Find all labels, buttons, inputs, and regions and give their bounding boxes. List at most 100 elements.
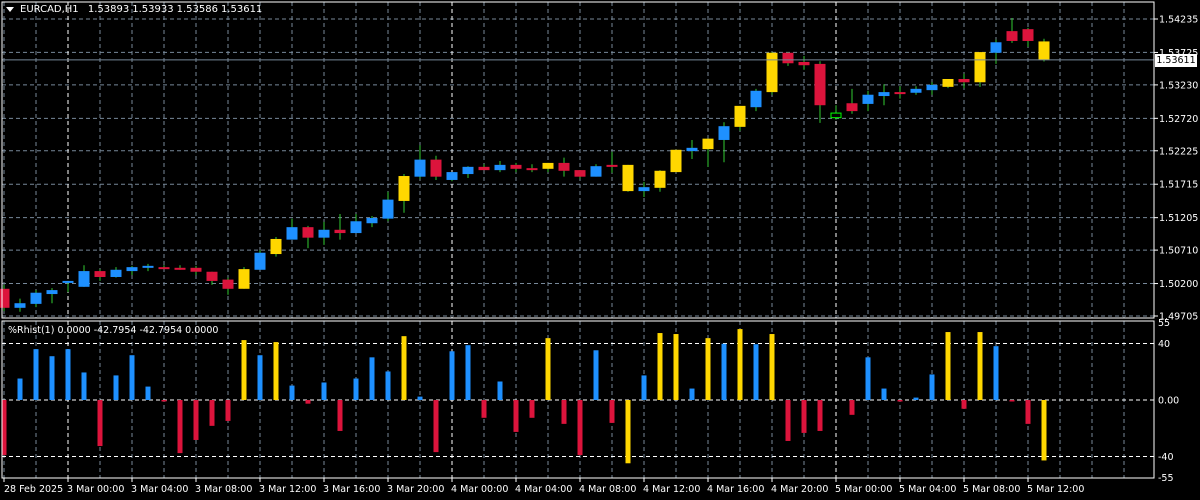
price-axis-label: 1.52720 xyxy=(1159,114,1198,125)
candle-body xyxy=(862,94,874,104)
time-axis-label: 5 Mar 00:00 xyxy=(835,484,892,495)
candle xyxy=(830,105,842,120)
candle-body xyxy=(846,103,858,112)
histogram-bar xyxy=(961,400,967,409)
candle xyxy=(430,155,442,180)
candle xyxy=(30,290,42,308)
candle xyxy=(734,105,746,131)
candle-body xyxy=(414,159,426,177)
candle-body xyxy=(590,166,602,177)
ohlc-close: 1.53611 xyxy=(220,4,263,15)
candle-body xyxy=(446,172,458,180)
candle xyxy=(78,265,90,287)
histogram-bar xyxy=(481,400,487,418)
candle-body xyxy=(174,267,186,270)
histogram-bar xyxy=(225,400,231,421)
candle-body xyxy=(974,52,986,83)
candle-body xyxy=(574,170,586,177)
histogram-bar xyxy=(241,340,247,400)
current-price-label: 1.53611 xyxy=(1155,54,1197,67)
candle-body xyxy=(222,279,234,289)
candle-body xyxy=(382,199,394,219)
histogram-bar xyxy=(273,342,279,400)
candle xyxy=(798,56,810,70)
histogram-bar xyxy=(353,378,359,400)
histogram-bar xyxy=(33,349,39,400)
time-axis-label: 5 Mar 04:00 xyxy=(899,484,956,495)
histogram-bar xyxy=(49,356,55,400)
candle xyxy=(622,164,634,192)
candle-body xyxy=(958,78,970,83)
histogram-bar xyxy=(1041,400,1047,461)
candle-body xyxy=(302,227,314,238)
candle xyxy=(542,162,554,173)
histogram-bar xyxy=(65,349,71,400)
histogram-bar xyxy=(449,351,455,400)
histogram-bar xyxy=(145,386,151,400)
time-axis-label: 3 Mar 04:00 xyxy=(131,484,188,495)
candle-body xyxy=(62,280,74,283)
candle xyxy=(878,84,890,106)
candle xyxy=(270,236,282,257)
price-axis-label: 1.50710 xyxy=(1159,246,1198,257)
candle-body xyxy=(494,164,506,171)
candle-body xyxy=(110,269,122,277)
time-axis-label: 4 Mar 04:00 xyxy=(515,484,572,495)
price-axis-label: 1.53230 xyxy=(1159,80,1198,91)
time-axis-label: 4 Mar 08:00 xyxy=(579,484,636,495)
indicator-header: %Rhist(1) 0.0000 -42.7954 -42.7954 0.000… xyxy=(8,325,218,336)
candle-body xyxy=(78,271,90,287)
indicator-values: 0.0000 -42.7954 -42.7954 0.0000 xyxy=(57,325,219,336)
histogram-bar xyxy=(657,333,663,400)
histogram-bar xyxy=(289,385,295,400)
time-axis-label: 28 Feb 2025 xyxy=(4,484,63,495)
candle xyxy=(894,86,906,99)
histogram-bar xyxy=(769,334,775,400)
chart-canvas[interactable]: 1.542351.537251.532301.527201.522251.517… xyxy=(0,0,1200,500)
candle xyxy=(286,218,298,240)
histogram-bar xyxy=(385,371,391,400)
histogram-bar xyxy=(929,374,935,400)
price-axis-label: 1.50200 xyxy=(1159,279,1198,290)
candle xyxy=(142,263,154,272)
price-axis-label: 1.54235 xyxy=(1159,15,1198,26)
candle-body xyxy=(430,159,442,177)
histogram-bar xyxy=(801,400,807,433)
candle xyxy=(1022,27,1034,47)
histogram-bar xyxy=(81,372,87,400)
histogram-bar xyxy=(337,400,343,431)
histogram-bar xyxy=(561,400,567,424)
histogram-bar xyxy=(993,346,999,400)
candle-body xyxy=(398,176,410,201)
collapse-triangle-icon[interactable] xyxy=(6,7,14,12)
candle-body xyxy=(142,265,154,268)
candle-body xyxy=(942,78,954,87)
candle xyxy=(206,271,218,285)
histogram-bar xyxy=(97,400,103,447)
histogram-bar xyxy=(1009,400,1015,402)
indicator-axis-label: 55 xyxy=(1158,318,1170,329)
histogram-bar xyxy=(753,344,759,400)
candle-body xyxy=(366,217,378,224)
candle-body xyxy=(1038,41,1050,60)
histogram-bar xyxy=(465,345,471,400)
price-axis-label: 1.51715 xyxy=(1159,180,1198,191)
candle xyxy=(414,145,426,179)
indicator-axis-label: -40 xyxy=(1158,452,1174,463)
indicator-axis-label: -55 xyxy=(1158,473,1174,484)
candle-body xyxy=(462,166,474,175)
candle xyxy=(350,214,362,234)
histogram-bar xyxy=(545,338,551,400)
candle-body xyxy=(782,52,794,64)
histogram-bar xyxy=(257,355,263,400)
histogram-bar xyxy=(177,400,183,454)
candle-body xyxy=(126,267,138,272)
candle xyxy=(318,221,330,245)
histogram-bar xyxy=(641,375,647,400)
candle-body xyxy=(238,269,250,289)
ohlc-low: 1.53586 xyxy=(176,4,218,15)
histogram-bar xyxy=(577,400,583,456)
candle xyxy=(238,267,250,289)
candle-body xyxy=(622,164,634,192)
candle xyxy=(446,172,458,182)
